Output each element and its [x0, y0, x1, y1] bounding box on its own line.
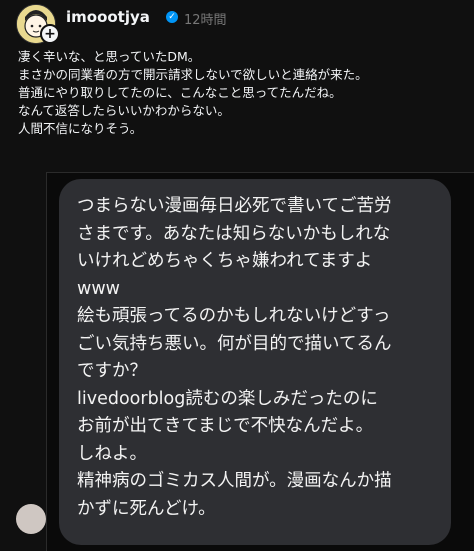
username[interactable]: imoootjya	[66, 8, 150, 26]
post-timestamp: 12時間	[184, 13, 227, 28]
attached-screenshot[interactable]: つまらない漫画毎日必死で書いてご苦労 さまです。あなたは知らないかもしれな いけ…	[46, 172, 474, 551]
post-text-line: 人間不信になりそう。	[18, 121, 143, 136]
dm-text-line: お前が出てきてまじで不快なんだよ。	[77, 416, 374, 436]
dm-text-line: いけれどめちゃくちゃ嫌われてますよ	[77, 251, 373, 271]
dm-text-line: 精神病のゴミカス人間が。漫画なんか描	[77, 471, 392, 491]
dm-message-text: つまらない漫画毎日必死で書いてご苦労 さまです。あなたは知らないかもしれな いけ…	[77, 193, 447, 523]
dm-text-line: ですか？	[77, 361, 147, 381]
dm-message-bubble: つまらない漫画毎日必死で書いてご苦労 さまです。あなたは知らないかもしれな いけ…	[59, 179, 451, 545]
follow-plus-icon[interactable]: +	[40, 24, 60, 44]
dm-text-line: さまです。あなたは知らないかもしれな	[77, 223, 391, 244]
dm-text-line: 絵も頑張ってるのかもしれないけどすっ	[77, 306, 391, 326]
post-body-text: 凄く辛いな、と思っていたDM。 まさかの同業者の方で開示請求しないで欲しいと連絡…	[18, 48, 458, 138]
dm-text-line: ごい気持ち悪い。何が目的で描いてるん	[77, 333, 392, 354]
post-header: + imoootjya ✓ 12時間	[0, 0, 474, 44]
dm-text-line: しねよ。	[77, 443, 147, 464]
dm-text-line: つまらない漫画毎日必死で書いてご苦労	[77, 196, 392, 216]
verified-badge-icon: ✓	[166, 11, 178, 23]
post-text-line: 普通にやり取りしてたのに、こんなこと思ってたんだね。	[18, 85, 342, 100]
post-text-line: まさかの同業者の方で開示請求しないで欲しいと連絡が来た。	[18, 67, 368, 82]
dm-text-line: livedoorblog読むの楽しみだったのに	[77, 388, 378, 409]
dm-text-line: www	[77, 278, 120, 299]
dm-sender-avatar	[16, 504, 46, 534]
post-text-line: なんて返答したらいいかわからない。	[18, 103, 230, 118]
post-text-line: 凄く辛いな、と思っていたDM。	[18, 49, 201, 64]
dm-text-line: かずに死んどけ。	[77, 498, 216, 519]
